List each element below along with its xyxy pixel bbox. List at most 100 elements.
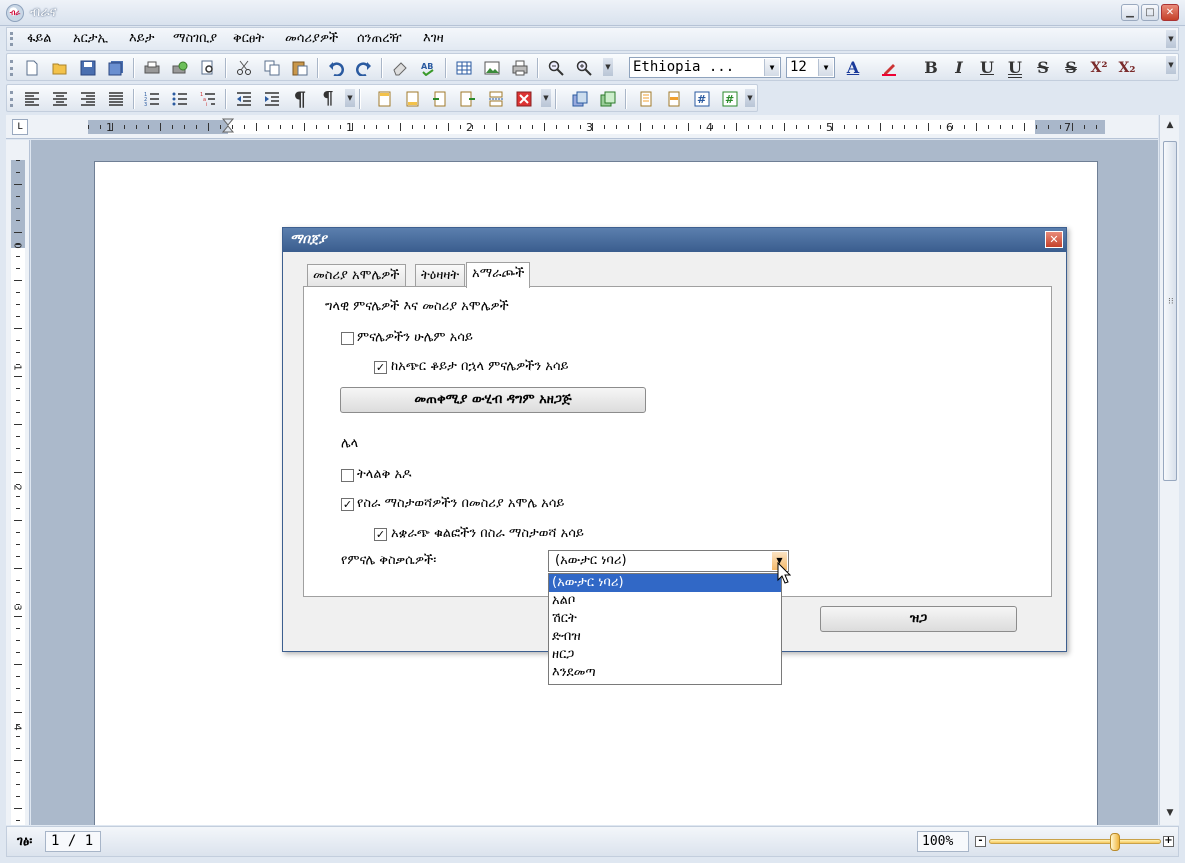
tab-commands[interactable]: ትዕዛዛት xyxy=(415,264,466,287)
cut-icon[interactable] xyxy=(233,57,255,79)
bold-button[interactable]: B xyxy=(920,57,942,79)
paste-icon[interactable] xyxy=(289,57,311,79)
checkbox-show-tooltips[interactable]: ✓ xyxy=(341,498,354,511)
vertical-scrollbar[interactable]: ▲ ⁝⁝ ▼ xyxy=(1159,115,1179,825)
eraser-icon[interactable] xyxy=(389,57,411,79)
checkbox-show-all-menus[interactable] xyxy=(341,332,354,345)
italic-button[interactable]: I xyxy=(948,57,970,79)
highlight-icon[interactable] xyxy=(878,57,900,79)
menu-table[interactable]: ሰንጠረዥ xyxy=(357,31,402,46)
menu-insert[interactable]: ማስገቢያ xyxy=(173,31,217,46)
dropdown-option[interactable]: (አውታር ነባሪ) xyxy=(549,574,781,592)
dropdown-option[interactable]: ሽርት xyxy=(549,610,781,628)
dropdown-option[interactable]: አልቦ xyxy=(549,592,781,610)
menu-edit[interactable]: አርታኢ xyxy=(73,31,108,46)
chevron-down-icon[interactable]: ▼ xyxy=(818,59,833,76)
toolbar-overflow-arrow[interactable]: ▼ xyxy=(345,89,355,107)
menu-file[interactable]: ፋይል xyxy=(27,31,52,46)
multilevel-list-icon[interactable]: 1ai xyxy=(197,88,219,110)
zoom-in-icon[interactable] xyxy=(573,57,595,79)
print-icon[interactable] xyxy=(141,57,163,79)
save-icon[interactable] xyxy=(77,57,99,79)
open-folder-icon[interactable] xyxy=(49,57,71,79)
tab-toolbars[interactable]: መስሪያ አሞሌዎች xyxy=(307,264,406,287)
menu-help[interactable]: እገዛ xyxy=(423,31,444,46)
align-right-icon[interactable] xyxy=(77,88,99,110)
tab-stop-selector[interactable]: L xyxy=(12,119,28,135)
zoom-plus-icon[interactable]: + xyxy=(1163,836,1174,847)
printer-icon[interactable] xyxy=(509,57,531,79)
page-number-icon[interactable]: # xyxy=(691,88,713,110)
undo-icon[interactable] xyxy=(325,57,347,79)
toolbar-overflow-arrow[interactable]: ▼ xyxy=(541,89,551,107)
menu-tools[interactable]: መሳሪያዎች xyxy=(285,31,338,46)
reset-usage-data-button[interactable]: መጠቀሚያ ውሂብ ዳግም አዘጋጅ xyxy=(340,387,646,413)
dropdown-option[interactable]: እንደመጣ xyxy=(549,664,781,682)
page-count-icon[interactable]: # xyxy=(719,88,741,110)
toolbar-grip[interactable] xyxy=(10,32,13,46)
insert-page-before-icon[interactable] xyxy=(429,88,451,110)
paste-format-icon[interactable] xyxy=(597,88,619,110)
print-preview-icon[interactable] xyxy=(169,57,191,79)
checkbox-show-shortcuts[interactable]: ✓ xyxy=(374,528,387,541)
align-left-icon[interactable] xyxy=(21,88,43,110)
toolbar-overflow-arrow[interactable]: ▼ xyxy=(1166,56,1176,74)
page-alt-icon[interactable] xyxy=(663,88,685,110)
indent-marker-icon[interactable] xyxy=(222,118,234,138)
redo-icon[interactable] xyxy=(353,57,375,79)
double-underline-button[interactable]: U xyxy=(1004,57,1026,79)
splitter-icon[interactable]: ⁝⁝ xyxy=(1168,297,1174,307)
toolbar-overflow-arrow[interactable]: ▼ xyxy=(603,58,613,76)
menu-format[interactable]: ቅርፀት xyxy=(233,31,264,46)
dialog-title-bar[interactable]: ማበጀያ ✕ xyxy=(283,228,1066,252)
menu-animation-select[interactable]: (አውታር ነባሪ) ▼ xyxy=(548,550,789,572)
font-name-combo[interactable]: Ethiopia ... ▼ xyxy=(629,57,781,78)
minimize-button[interactable]: ▁ xyxy=(1121,4,1139,21)
tab-options[interactable]: አማራጮች xyxy=(466,262,531,288)
toolbar-grip[interactable] xyxy=(10,60,13,76)
scroll-up-icon[interactable]: ▲ xyxy=(1162,117,1178,133)
bullet-list-icon[interactable] xyxy=(169,88,191,110)
delete-icon[interactable] xyxy=(513,88,535,110)
footer-icon[interactable] xyxy=(401,88,423,110)
paragraph-icon[interactable]: ¶ xyxy=(317,88,339,110)
justify-icon[interactable] xyxy=(105,88,127,110)
dropdown-option[interactable]: ድብዝ xyxy=(549,628,781,646)
font-size-combo[interactable]: 12 ▼ xyxy=(786,57,835,78)
new-doc-icon[interactable] xyxy=(21,57,43,79)
dialog-close-button[interactable]: ✕ xyxy=(1045,231,1063,248)
font-color-icon[interactable]: A xyxy=(842,57,864,79)
toolbar-grip[interactable] xyxy=(10,91,13,107)
menu-view[interactable]: እይታ xyxy=(129,31,154,46)
outdent-icon[interactable] xyxy=(233,88,255,110)
pilcrow-icon[interactable]: ¶ xyxy=(289,88,311,110)
scroll-down-icon[interactable]: ▼ xyxy=(1162,805,1178,821)
numbered-list-icon[interactable]: 123 xyxy=(141,88,163,110)
image-icon[interactable] xyxy=(481,57,503,79)
insert-page-after-icon[interactable] xyxy=(457,88,479,110)
strikethrough-button[interactable]: S xyxy=(1032,57,1054,79)
chevron-down-icon[interactable]: ▼ xyxy=(764,59,779,76)
subscript-button[interactable]: X₂ xyxy=(1116,57,1138,79)
checkbox-show-full-menus[interactable]: ✓ xyxy=(374,361,387,374)
maximize-button[interactable]: □ xyxy=(1141,4,1159,21)
copy-format-icon[interactable] xyxy=(569,88,591,110)
checkbox-large-icons[interactable] xyxy=(341,469,354,482)
table-icon[interactable] xyxy=(453,57,475,79)
find-icon[interactable] xyxy=(197,57,219,79)
dropdown-option[interactable]: ዘርጋ xyxy=(549,646,781,664)
toolbar-overflow-arrow[interactable]: ▼ xyxy=(745,89,755,107)
align-center-icon[interactable] xyxy=(49,88,71,110)
save-all-icon[interactable] xyxy=(105,57,127,79)
close-button[interactable]: ዝጋ xyxy=(820,606,1017,632)
page-break-icon[interactable] xyxy=(485,88,507,110)
page-icon[interactable] xyxy=(635,88,657,110)
menu-overflow-arrow[interactable]: ▼ xyxy=(1166,30,1176,48)
scroll-thumb[interactable] xyxy=(1163,141,1177,481)
underline-button[interactable]: U xyxy=(976,57,998,79)
header-icon[interactable] xyxy=(373,88,395,110)
indent-icon[interactable] xyxy=(261,88,283,110)
zoom-slider[interactable] xyxy=(989,839,1161,844)
superscript-button[interactable]: X² xyxy=(1088,57,1110,79)
spellcheck-icon[interactable]: AB xyxy=(417,57,439,79)
